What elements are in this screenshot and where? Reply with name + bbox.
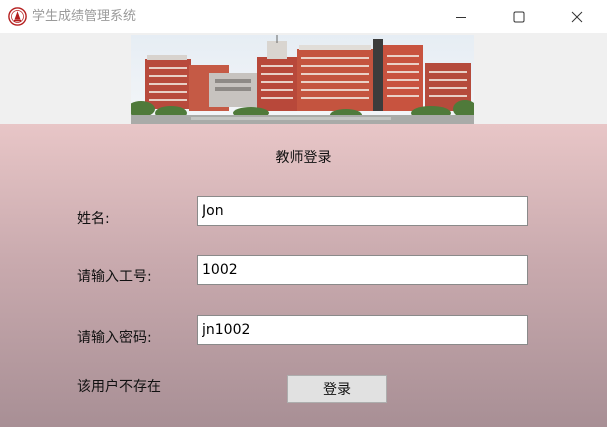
password-input[interactable]: [197, 315, 528, 345]
status-message: 该用户不存在: [77, 379, 161, 395]
teacher-id-input[interactable]: [197, 255, 528, 285]
password-label: 请输入密码:: [77, 330, 152, 346]
login-panel: 教师登录 姓名: 请输入工号: 请输入密码: 该用户不存在 登录: [0, 124, 607, 427]
close-icon: [571, 11, 583, 22]
campus-buildings-photo: [131, 35, 474, 124]
title-bar: 学生成绩管理系统: [0, 0, 607, 33]
minimize-icon: [456, 16, 466, 18]
window-title: 学生成绩管理系统: [32, 9, 137, 24]
banner-area: [0, 33, 607, 124]
teacher-id-label: 请输入工号:: [77, 269, 152, 285]
maximize-button[interactable]: [496, 0, 542, 33]
school-seal-icon: [8, 7, 27, 26]
close-button[interactable]: [554, 0, 600, 33]
name-label: 姓名:: [77, 211, 110, 227]
maximize-icon: [513, 11, 525, 22]
login-button[interactable]: 登录: [287, 375, 387, 403]
name-input[interactable]: [197, 196, 528, 226]
login-heading: 教师登录: [275, 150, 332, 166]
minimize-button[interactable]: [438, 0, 484, 33]
